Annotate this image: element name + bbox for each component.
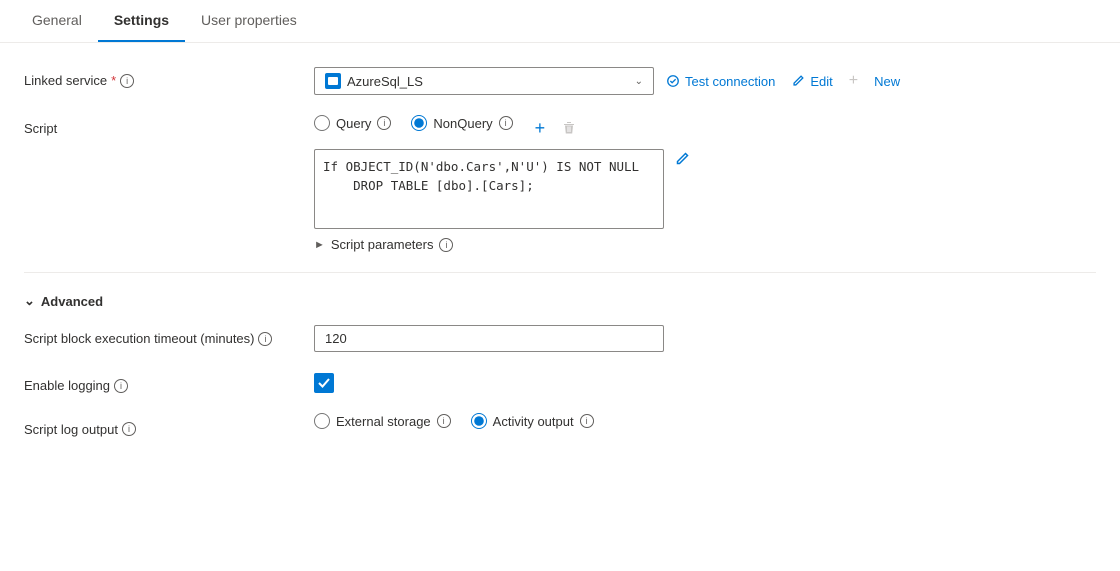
tab-settings[interactable]: Settings <box>98 0 185 42</box>
script-parameters[interactable]: ► Script parameters i <box>314 237 1096 252</box>
tab-bar: General Settings User properties <box>0 0 1120 43</box>
logging-checkbox-wrapper <box>314 373 1096 393</box>
checkmark-icon <box>317 376 331 390</box>
timeout-label: Script block execution timeout (minutes)… <box>24 325 314 346</box>
edit-script-button[interactable] <box>674 151 690 172</box>
nonquery-info-icon: i <box>499 116 513 130</box>
tab-user-properties[interactable]: User properties <box>185 0 313 42</box>
delete-script-button[interactable] <box>559 118 579 138</box>
linked-service-value: AzureSql_LS <box>347 74 629 89</box>
log-output-info-icon: i <box>122 422 136 436</box>
edit-button[interactable]: Edit <box>791 74 832 89</box>
timeout-control <box>314 325 1096 352</box>
enable-logging-label: Enable logging i <box>24 372 314 393</box>
log-output-radio-group: External storage i Activity output i <box>314 413 1096 429</box>
script-area-wrapper: If OBJECT_ID(N'dbo.Cars',N'U') IS NOT NU… <box>314 149 1096 229</box>
test-connection-icon <box>666 74 680 88</box>
timeout-row: Script block execution timeout (minutes)… <box>24 325 1096 352</box>
test-connection-button[interactable]: Test connection <box>666 74 775 89</box>
external-storage-info-icon: i <box>437 414 451 428</box>
separator: + <box>849 72 858 90</box>
timeout-input[interactable] <box>314 325 664 352</box>
pencil-icon <box>674 151 690 167</box>
activity-output-info-icon: i <box>580 414 594 428</box>
script-log-output-label: Script log output i <box>24 416 314 437</box>
timeout-info-icon: i <box>258 332 272 346</box>
chevron-down-advanced-icon: ⌄ <box>24 293 35 309</box>
new-button[interactable]: New <box>874 74 900 89</box>
tab-general[interactable]: General <box>16 0 98 42</box>
edit-icon <box>791 74 805 88</box>
linked-service-row: Linked service * i AzureSql_LS ⌄ T <box>24 67 1096 95</box>
enable-logging-row: Enable logging i <box>24 372 1096 393</box>
activity-output-option[interactable]: Activity output i <box>471 413 594 429</box>
add-script-button[interactable]: + <box>533 116 548 141</box>
required-indicator: * <box>111 73 116 88</box>
advanced-section: ⌄ Advanced Script block execution timeou… <box>24 293 1096 439</box>
linked-service-actions: Test connection Edit + New <box>666 72 900 90</box>
chevron-right-icon: ► <box>314 239 325 251</box>
script-options: Query i NonQuery i <box>314 115 513 131</box>
query-option[interactable]: Query i <box>314 115 391 131</box>
linked-service-controls: AzureSql_LS ⌄ Test connection <box>314 67 1096 95</box>
script-params-info-icon: i <box>439 238 453 252</box>
script-controls: Query i NonQuery i + <box>314 115 1096 252</box>
logging-checkbox[interactable] <box>314 373 334 393</box>
script-right-icons: + <box>533 116 580 141</box>
activity-output-radio[interactable] <box>471 413 487 429</box>
linked-service-label: Linked service * i <box>24 67 314 88</box>
db-icon <box>325 73 341 89</box>
query-info-icon: i <box>377 116 391 130</box>
linked-service-select[interactable]: AzureSql_LS ⌄ <box>314 67 654 95</box>
trash-icon <box>561 120 577 136</box>
script-log-output-row: Script log output i External storage i A… <box>24 413 1096 439</box>
script-textarea[interactable]: If OBJECT_ID(N'dbo.Cars',N'U') IS NOT NU… <box>314 149 664 229</box>
external-storage-radio[interactable] <box>314 413 330 429</box>
advanced-header[interactable]: ⌄ Advanced <box>24 293 1096 309</box>
script-top-row: Query i NonQuery i + <box>314 115 1096 141</box>
query-radio[interactable] <box>314 115 330 131</box>
nonquery-option[interactable]: NonQuery i <box>411 115 512 131</box>
log-output-options: External storage i Activity output i <box>314 413 1096 439</box>
script-row: Script Query i NonQuery i <box>24 115 1096 252</box>
logging-info-icon: i <box>114 379 128 393</box>
linked-service-info-icon: i <box>120 74 134 88</box>
external-storage-option[interactable]: External storage i <box>314 413 451 429</box>
enable-logging-control <box>314 373 1096 393</box>
divider <box>24 272 1096 273</box>
nonquery-radio[interactable] <box>411 115 427 131</box>
settings-content: Linked service * i AzureSql_LS ⌄ T <box>0 43 1120 483</box>
chevron-down-icon: ⌄ <box>635 76 643 87</box>
script-label: Script <box>24 115 314 136</box>
